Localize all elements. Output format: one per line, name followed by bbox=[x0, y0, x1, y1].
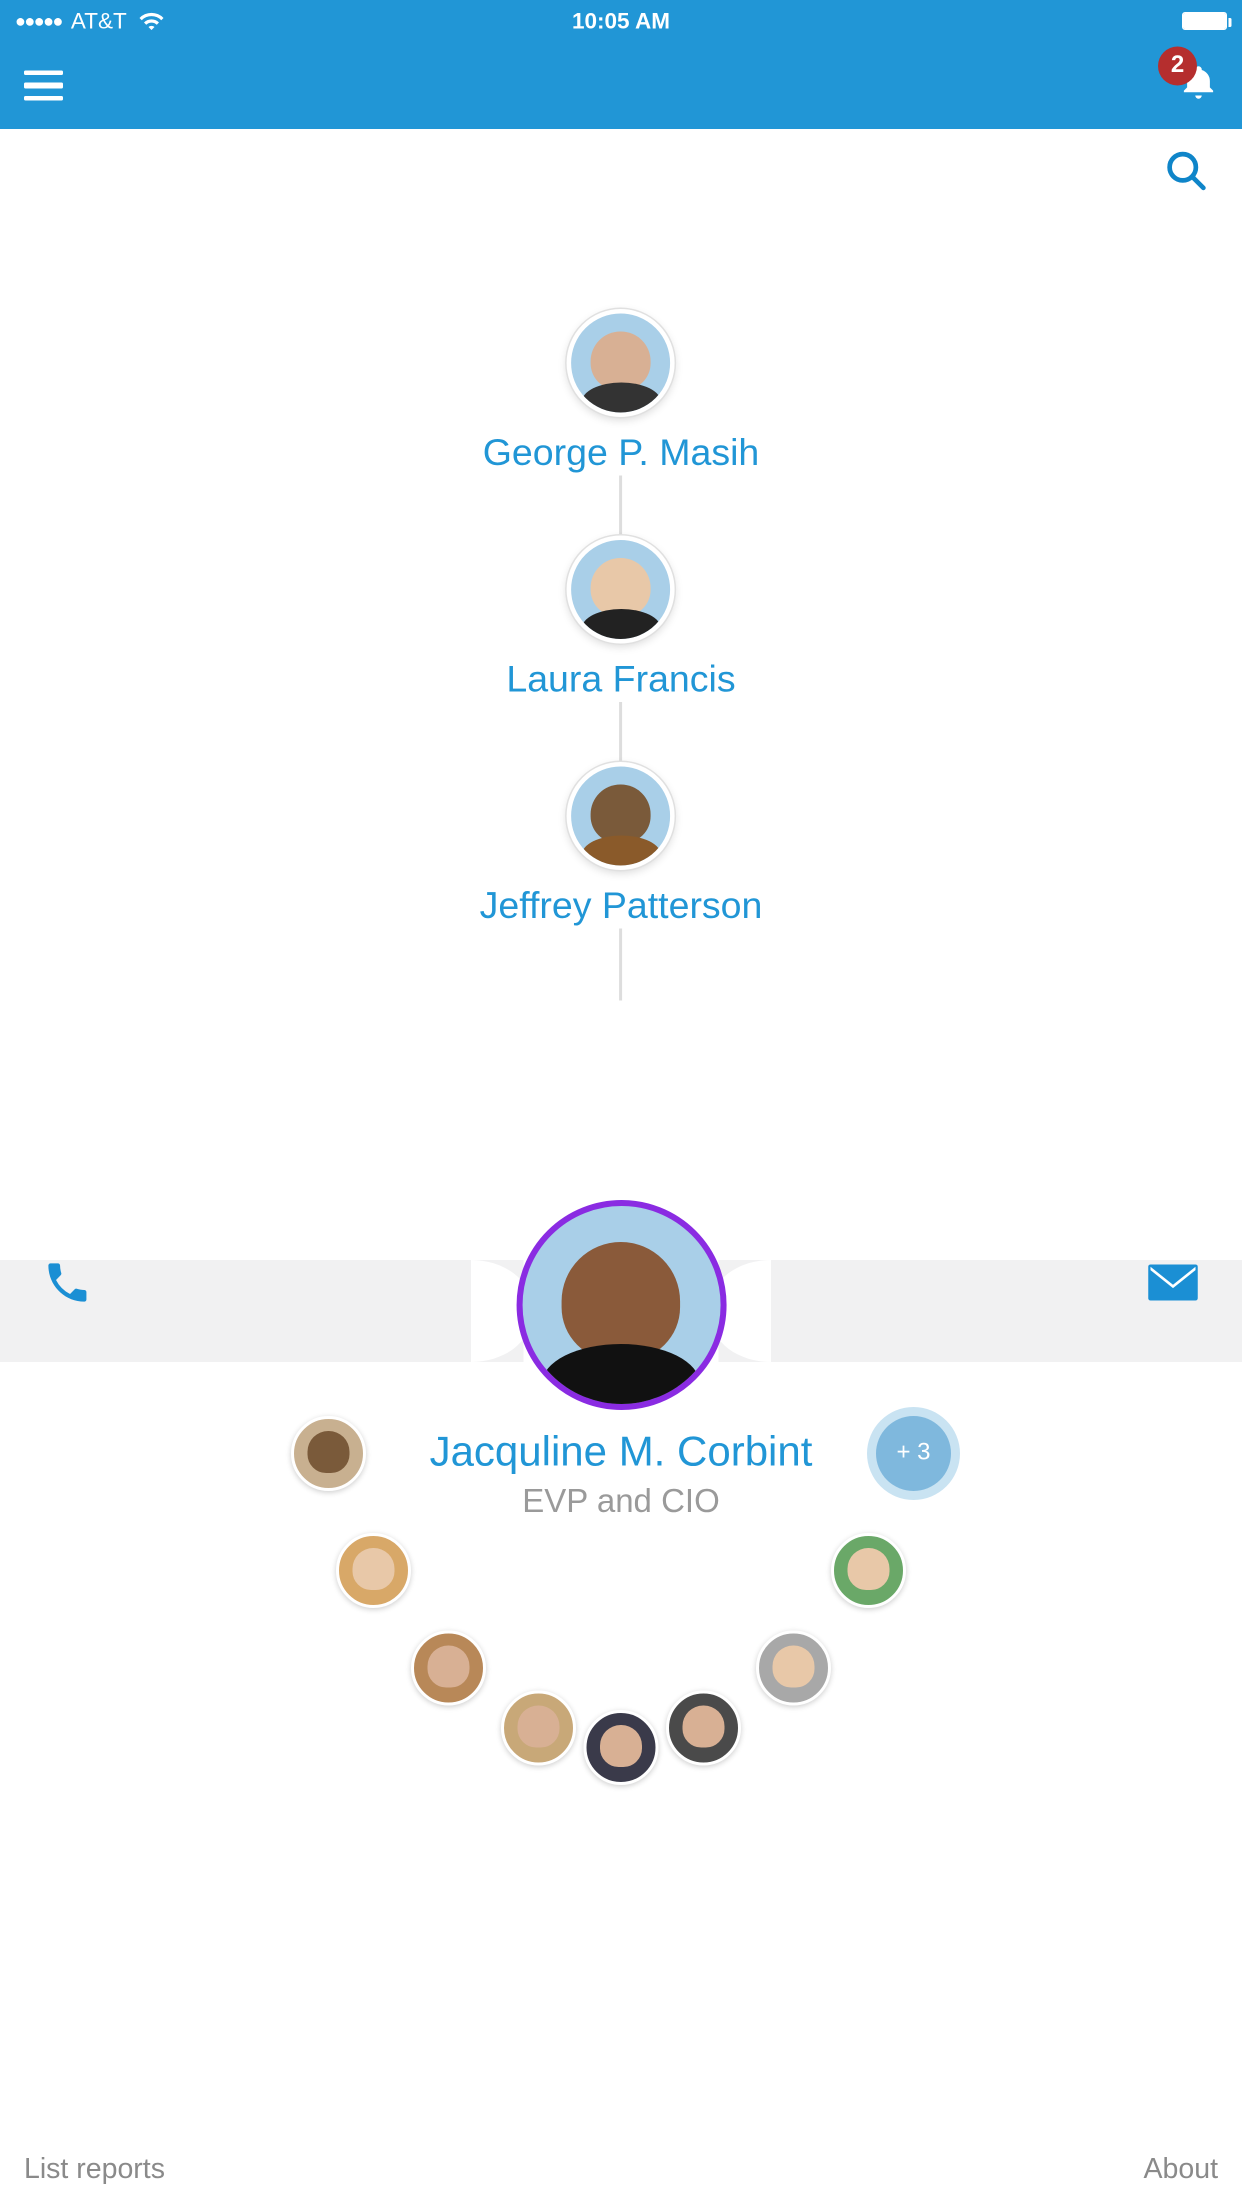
more-reports-label: + 3 bbox=[896, 1440, 930, 1467]
connector-line bbox=[620, 702, 623, 762]
person-name: Jacquline M. Corbint bbox=[430, 1428, 813, 1476]
mail-icon[interactable] bbox=[1146, 1262, 1200, 1304]
person-george-masih[interactable]: George P. Masih bbox=[483, 309, 760, 476]
person-jeffrey-patterson[interactable]: Jeffrey Patterson bbox=[480, 762, 763, 929]
menu-button[interactable] bbox=[24, 70, 63, 101]
notification-badge: 2 bbox=[1158, 46, 1197, 85]
status-left: ●●●●● AT&T bbox=[15, 8, 166, 34]
report-avatar[interactable] bbox=[666, 1691, 741, 1766]
about-link[interactable]: About bbox=[1144, 2154, 1218, 2187]
report-avatar[interactable] bbox=[411, 1631, 486, 1706]
list-reports-link[interactable]: List reports bbox=[24, 2154, 165, 2187]
avatar bbox=[567, 536, 675, 644]
carrier-label: AT&T bbox=[71, 8, 127, 34]
person-name: George P. Masih bbox=[483, 432, 760, 476]
person-focused[interactable]: Jacquline M. Corbint EVP and CIO bbox=[430, 1200, 813, 1521]
status-right bbox=[1182, 12, 1227, 30]
report-avatar[interactable] bbox=[336, 1533, 411, 1608]
connector-line bbox=[620, 476, 623, 536]
bottom-bar: List reports About bbox=[0, 2133, 1242, 2208]
avatar bbox=[567, 762, 675, 870]
status-time: 10:05 AM bbox=[572, 8, 670, 34]
ancestor-chain: George P. Masih Laura Francis Jeffrey Pa… bbox=[480, 309, 763, 1001]
person-laura-francis[interactable]: Laura Francis bbox=[506, 536, 735, 703]
toolbar bbox=[0, 129, 1242, 213]
connector-line bbox=[620, 929, 623, 1001]
person-title: EVP and CIO bbox=[522, 1482, 720, 1521]
person-name: Laura Francis bbox=[506, 659, 735, 703]
report-avatar[interactable] bbox=[756, 1631, 831, 1706]
report-avatar[interactable] bbox=[831, 1533, 906, 1608]
report-avatar[interactable] bbox=[584, 1710, 659, 1785]
app-header: 2 bbox=[0, 42, 1242, 129]
avatar bbox=[567, 309, 675, 417]
report-avatar[interactable] bbox=[501, 1691, 576, 1766]
report-avatar[interactable] bbox=[291, 1416, 366, 1491]
status-bar: ●●●●● AT&T 10:05 AM bbox=[0, 0, 1242, 42]
avatar bbox=[516, 1200, 726, 1410]
wifi-icon bbox=[139, 11, 166, 32]
search-icon[interactable] bbox=[1164, 149, 1209, 194]
battery-icon bbox=[1182, 12, 1227, 30]
org-chart: George P. Masih Laura Francis Jeffrey Pa… bbox=[0, 213, 1242, 2208]
notifications-button[interactable]: 2 bbox=[1179, 61, 1218, 111]
signal-dots: ●●●●● bbox=[15, 11, 62, 32]
person-name: Jeffrey Patterson bbox=[480, 885, 763, 929]
more-reports-button[interactable]: + 3 bbox=[876, 1416, 951, 1491]
phone-icon[interactable] bbox=[42, 1257, 93, 1308]
